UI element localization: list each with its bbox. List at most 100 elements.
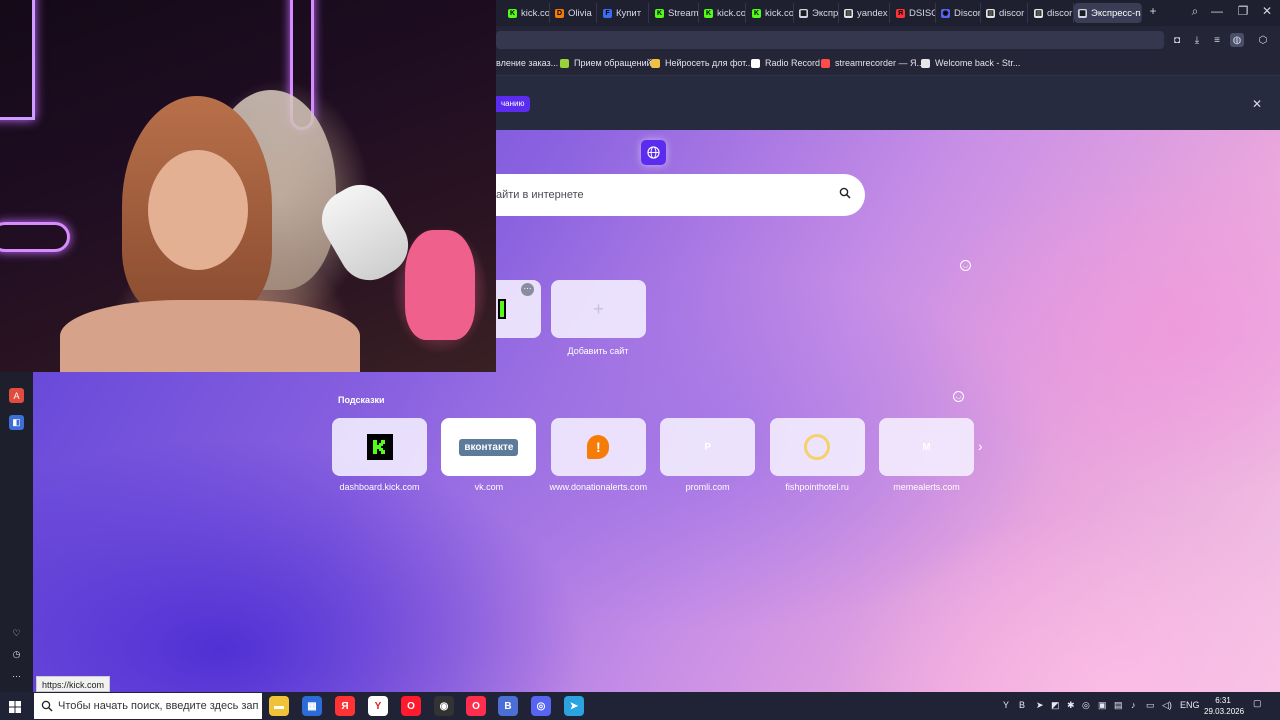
suggestion-tile[interactable]: вконтакте bbox=[441, 418, 537, 476]
clock[interactable]: 6:31 29.03.2026 bbox=[1204, 695, 1245, 717]
donationalerts-icon: ! bbox=[587, 435, 610, 459]
browser-tab[interactable]: Kkick.co bbox=[504, 3, 550, 23]
bookmark-label: streamrecorder — Я... bbox=[835, 58, 925, 68]
opera-icon[interactable]: O bbox=[401, 696, 421, 716]
browser-tab[interactable]: ▦ Экспр bbox=[795, 3, 839, 23]
banner-action-button[interactable]: чанию bbox=[496, 96, 530, 112]
tab-favicon-icon: ▤ bbox=[986, 8, 995, 18]
suggestion-tile[interactable] bbox=[769, 418, 865, 476]
smiley-icon[interactable]: ◡ bbox=[953, 391, 964, 402]
globe-icon[interactable] bbox=[641, 140, 666, 165]
search-icon[interactable] bbox=[839, 187, 851, 199]
bookmark-item[interactable]: Welcome back - Str... bbox=[921, 58, 1020, 68]
menu-icon[interactable]: ≡ bbox=[1210, 33, 1224, 47]
neon-light bbox=[0, 222, 70, 252]
tab-favicon-icon: K bbox=[508, 8, 517, 18]
status-url: https://kick.com bbox=[36, 676, 111, 692]
tab-label: Discor bbox=[954, 7, 981, 19]
extension-icon[interactable]: ⬡ bbox=[1256, 33, 1270, 47]
address-bar[interactable] bbox=[496, 31, 1164, 49]
yandex-icon[interactable]: Я bbox=[335, 696, 355, 716]
heart-icon[interactable]: ♡ bbox=[9, 626, 24, 641]
windows-start-icon[interactable] bbox=[9, 700, 21, 713]
bookmark-item[interactable]: Radio Record bbox=[751, 58, 820, 68]
bookmark-favicon-icon bbox=[921, 58, 930, 68]
suggestion-label: memealerts.com bbox=[893, 482, 960, 492]
tray-yandex-icon[interactable]: Y bbox=[1003, 700, 1009, 710]
tray-telegram-icon[interactable]: ➤ bbox=[1036, 700, 1044, 711]
vk-icon[interactable]: B bbox=[498, 696, 518, 716]
browser-tab[interactable]: Kkick.co bbox=[748, 3, 794, 23]
tray-app-icon[interactable]: ▤ bbox=[1114, 700, 1123, 711]
suggestion-tile[interactable]: ! bbox=[550, 418, 646, 476]
volume-icon[interactable]: ◁) bbox=[1162, 700, 1172, 711]
bookmark-item[interactable]: Прием обращений bbox=[560, 58, 652, 68]
tray-app-icon[interactable]: ▣ bbox=[1098, 700, 1107, 711]
opera-gx-icon[interactable]: O bbox=[466, 696, 486, 716]
browser-tab[interactable]: ◉ Discor bbox=[937, 3, 981, 23]
bluetooth-icon[interactable]: ✱ bbox=[1067, 700, 1075, 711]
suggestion-tile[interactable]: P bbox=[660, 418, 756, 476]
microphone-icon[interactable]: ♪ bbox=[1131, 700, 1136, 710]
yandex-browser-icon[interactable]: Y bbox=[368, 696, 388, 716]
history-icon[interactable]: ◷ bbox=[9, 647, 24, 662]
smiley-icon[interactable]: ◡ bbox=[960, 260, 971, 271]
bookmark-item[interactable]: вление заказ... bbox=[496, 58, 558, 68]
browser-tab[interactable]: F Купит bbox=[599, 3, 649, 23]
language-indicator[interactable]: ENG bbox=[1180, 700, 1200, 710]
obs-icon[interactable]: ◉ bbox=[434, 696, 454, 716]
more-icon[interactable]: ⋯ bbox=[9, 669, 24, 684]
browser-tab[interactable]: Kkick.co bbox=[700, 3, 746, 23]
camera-icon[interactable]: ◘ bbox=[1170, 33, 1184, 47]
kick-icon bbox=[366, 434, 393, 460]
bookmark-item[interactable]: Нейросеть для фот... bbox=[651, 58, 753, 68]
app-icon[interactable]: ◧ bbox=[9, 415, 24, 430]
steam-icon[interactable]: ◎ bbox=[1082, 700, 1090, 711]
banner-close-icon[interactable]: ✕ bbox=[1252, 97, 1262, 111]
suggestion-tile[interactable]: M bbox=[879, 418, 974, 476]
new-tab-button[interactable]: + bbox=[1144, 4, 1162, 18]
file-explorer-icon[interactable]: ▬ bbox=[269, 696, 289, 716]
suggestion-tile[interactable] bbox=[332, 418, 427, 476]
browser-tab[interactable]: ▤ discor bbox=[982, 3, 1028, 23]
browser-sidebar: A ◧ ♡ ◷ ⋯ bbox=[0, 372, 33, 692]
bookmark-item[interactable]: streamrecorder — Я... bbox=[821, 58, 924, 68]
browser-tab[interactable]: ▦ Экспресс-па bbox=[1074, 3, 1142, 23]
maximize-button[interactable]: ❐ bbox=[1234, 4, 1252, 18]
tab-favicon-icon: ▤ bbox=[844, 8, 853, 18]
bookmark-favicon-icon bbox=[821, 58, 830, 68]
clock-date: 29.03.2026 bbox=[1204, 707, 1245, 716]
chevron-right-icon[interactable]: › bbox=[978, 438, 983, 454]
tray-app-icon[interactable]: ◩ bbox=[1051, 700, 1060, 711]
store-icon[interactable]: ▦ bbox=[302, 696, 322, 716]
browser-tab[interactable]: K Stream bbox=[651, 3, 699, 23]
browser-tab[interactable]: D Olivia bbox=[551, 3, 597, 23]
notification-icon[interactable]: ▢ bbox=[1253, 698, 1262, 709]
browser-tab[interactable]: ▤ discor bbox=[1030, 3, 1074, 23]
app-icon[interactable]: A bbox=[9, 388, 24, 403]
web-search-box bbox=[496, 174, 865, 216]
browser-tab[interactable]: Я DSISCO bbox=[892, 3, 936, 23]
person-face bbox=[148, 150, 248, 270]
taskbar-search-input[interactable] bbox=[58, 700, 258, 712]
add-site-tile[interactable]: + bbox=[551, 280, 646, 338]
close-window-button[interactable]: ✕ bbox=[1258, 4, 1276, 18]
tab-search-icon[interactable]: ⌕ bbox=[1186, 4, 1204, 19]
speed-dial-tile-kick[interactable] bbox=[496, 280, 541, 338]
profile-icon[interactable]: ◍ bbox=[1230, 33, 1244, 47]
minimize-button[interactable]: — bbox=[1208, 4, 1226, 18]
browser-tab[interactable]: ▤ yandex bbox=[840, 3, 890, 23]
download-icon[interactable]: ⤓ bbox=[1190, 33, 1204, 47]
tab-favicon-icon: F bbox=[603, 8, 612, 18]
taskbar-search[interactable] bbox=[34, 693, 262, 719]
tray-app-icon[interactable]: B bbox=[1019, 700, 1025, 710]
search-input[interactable] bbox=[496, 174, 826, 216]
network-icon[interactable]: ▭ bbox=[1146, 700, 1155, 711]
bookmark-label: Radio Record bbox=[765, 58, 821, 68]
tab-favicon-icon: K bbox=[752, 8, 761, 18]
discord-icon[interactable]: ◎ bbox=[531, 696, 551, 716]
search-icon bbox=[41, 700, 53, 712]
ring-icon bbox=[804, 434, 831, 460]
telegram-icon[interactable]: ➤ bbox=[564, 696, 584, 716]
tile-menu-icon[interactable]: ⋯ bbox=[521, 283, 534, 296]
